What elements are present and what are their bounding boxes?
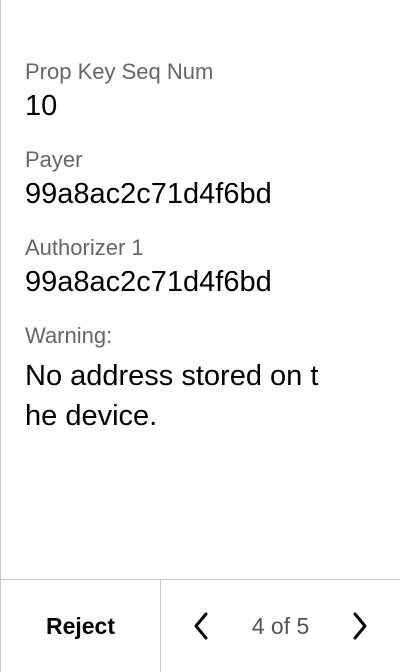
field-label: Payer	[25, 147, 83, 172]
warning-section: Warning: No address stored on t he devic…	[25, 322, 380, 436]
chevron-right-icon	[353, 612, 367, 640]
field-label: Authorizer 1	[25, 235, 144, 260]
warning-label: Warning:	[25, 323, 113, 348]
page-indicator: 4 of 5	[251, 612, 310, 639]
next-page-button[interactable]	[344, 606, 376, 646]
footer-bar: Reject 4 of 5	[1, 579, 400, 672]
field-value: 99a8ac2c71d4f6bd	[25, 266, 272, 298]
warning-text: No address stored on t he device.	[25, 360, 319, 432]
field-authorizer-1: Authorizer 1 99a8ac2c71d4f6bd	[25, 234, 380, 302]
transaction-details: Prop Key Seq Num 10 Payer 99a8ac2c71d4f6…	[25, 58, 380, 436]
prev-page-button[interactable]	[185, 606, 217, 646]
review-screen: Prop Key Seq Num 10 Payer 99a8ac2c71d4f6…	[0, 0, 400, 672]
pager: 4 of 5	[161, 580, 400, 672]
reject-button[interactable]: Reject	[1, 580, 161, 672]
field-value: 99a8ac2c71d4f6bd	[25, 178, 272, 210]
field-prop-key-seq-num: Prop Key Seq Num 10	[25, 58, 380, 126]
field-payer: Payer 99a8ac2c71d4f6bd	[25, 146, 380, 214]
chevron-left-icon	[194, 612, 208, 640]
field-label: Prop Key Seq Num	[25, 59, 214, 84]
field-value: 10	[25, 90, 58, 122]
